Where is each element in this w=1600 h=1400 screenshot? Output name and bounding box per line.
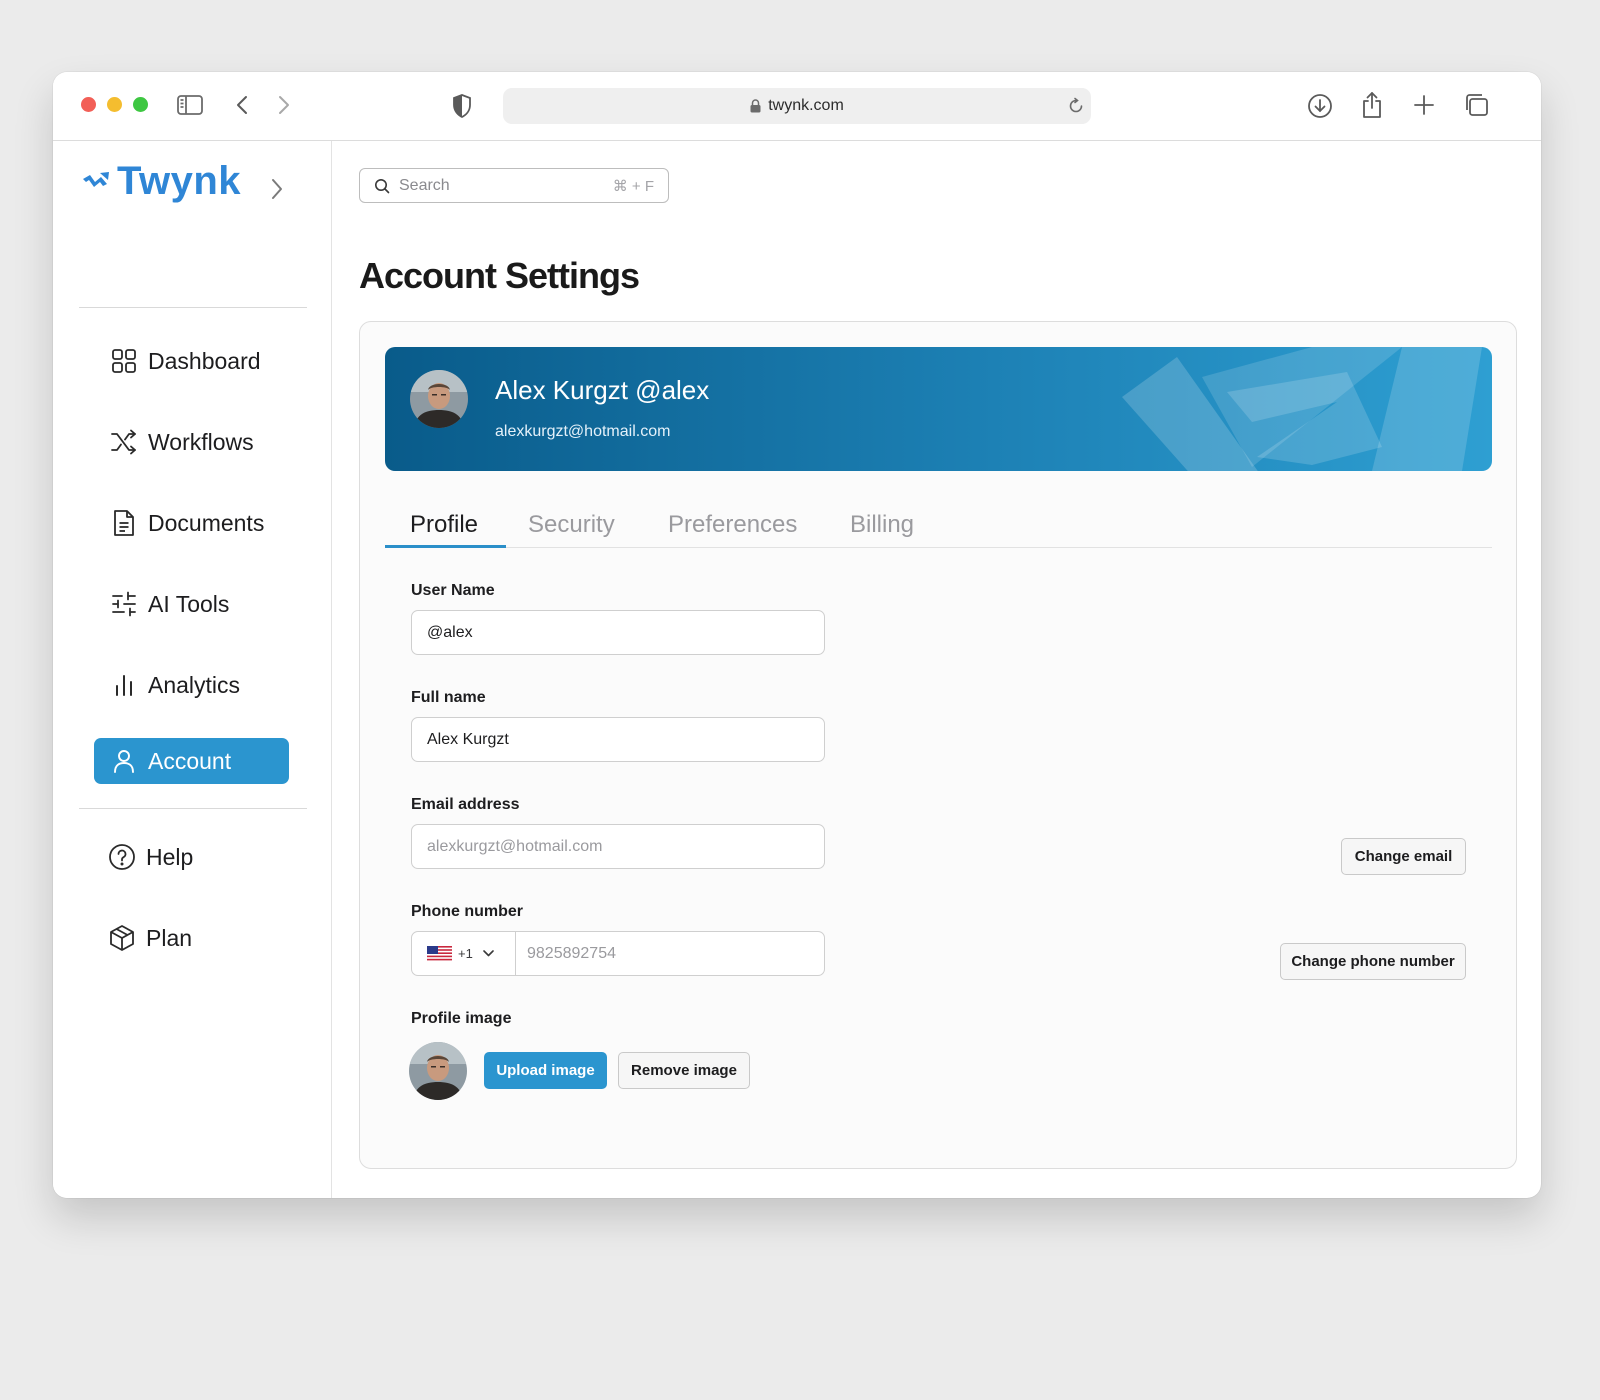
sidebar-item-documents[interactable]: Documents (94, 500, 289, 546)
search-placeholder: Search (399, 176, 450, 194)
sidebar-item-analytics[interactable]: Analytics (94, 662, 289, 708)
search-shortcut: ⌘ + F (612, 178, 654, 195)
sidebar-item-help[interactable]: Help (94, 834, 289, 880)
profile-avatar (410, 370, 468, 428)
profile-email: alexkurgzt@hotmail.com (495, 423, 671, 440)
us-flag-icon (427, 946, 452, 961)
search-input[interactable]: Search ⌘ + F (359, 168, 669, 203)
sidebar-item-label: Workflows (148, 428, 254, 455)
user-icon (110, 747, 138, 775)
active-tab-indicator (385, 545, 506, 548)
username-input[interactable]: @alex (411, 610, 825, 655)
tabs-overview-icon[interactable] (1463, 93, 1489, 117)
address-bar[interactable]: twynk.com (503, 88, 1091, 124)
country-code-select[interactable]: +1 (412, 932, 516, 975)
logo-text: Twynk (117, 159, 242, 203)
sidebar-toggle-icon[interactable] (177, 94, 203, 116)
logo[interactable]: Twynk (81, 159, 241, 204)
profile-image-preview (409, 1042, 467, 1100)
new-tab-icon[interactable] (1413, 94, 1435, 116)
back-icon[interactable] (235, 94, 249, 116)
sidebar-item-account[interactable]: Account (94, 738, 289, 784)
minimize-window-button[interactable] (107, 97, 122, 112)
sidebar-item-label: Help (146, 843, 194, 870)
help-circle-icon (108, 843, 136, 871)
expand-sidebar-chevron-icon[interactable] (270, 177, 284, 206)
sidebar: Twynk Dashboard Workflows Documents AI T… (53, 141, 332, 1198)
sidebar-item-label: AI Tools (148, 590, 230, 617)
phone-label: Phone number (411, 903, 524, 920)
banner-logo-watermark-icon (1122, 347, 1482, 471)
sidebar-item-dashboard[interactable]: Dashboard (94, 338, 289, 384)
email-label: Email address (411, 796, 520, 813)
sidebar-item-label: Documents (148, 509, 265, 536)
shuffle-icon (110, 428, 138, 456)
main-content: Search ⌘ + F Account Settings Alex Kurgz… (332, 141, 1541, 1198)
profile-name: Alex Kurgzt @alex (495, 375, 710, 405)
sidebar-item-label: Dashboard (148, 347, 261, 374)
download-icon[interactable] (1307, 93, 1333, 119)
search-icon (374, 178, 390, 194)
profile-image-label: Profile image (411, 1010, 512, 1027)
page-title: Account Settings (359, 255, 640, 296)
document-icon (110, 509, 138, 537)
browser-window: twynk.com Twynk Dashboard Workflows Docu… (53, 72, 1541, 1198)
settings-card: Alex Kurgzt @alex alexkurgzt@hotmail.com… (359, 321, 1517, 1169)
remove-image-button[interactable]: Remove image (618, 1052, 750, 1089)
sidebar-item-label: Plan (146, 924, 193, 951)
privacy-shield-icon[interactable] (452, 94, 472, 118)
fullname-input[interactable]: Alex Kurgzt (411, 717, 825, 762)
email-input[interactable]: alexkurgzt@hotmail.com (411, 824, 825, 869)
forward-icon[interactable] (277, 94, 291, 116)
profile-banner: Alex Kurgzt @alex alexkurgzt@hotmail.com (385, 347, 1492, 471)
phone-input[interactable]: 9825892754 (516, 945, 616, 963)
bar-chart-icon (110, 671, 138, 699)
country-code: +1 (458, 946, 473, 961)
share-icon[interactable] (1360, 91, 1384, 119)
sidebar-divider (79, 307, 307, 308)
lock-icon (750, 99, 761, 113)
tab-profile[interactable]: Profile (410, 511, 478, 539)
username-label: User Name (411, 582, 495, 599)
reload-icon[interactable] (1067, 97, 1085, 120)
sidebar-item-label: Analytics (148, 671, 241, 698)
tab-billing[interactable]: Billing (850, 511, 914, 539)
browser-toolbar: twynk.com (53, 72, 1541, 141)
tab-preferences[interactable]: Preferences (668, 511, 797, 539)
phone-field: +1 9825892754 (411, 931, 825, 976)
tab-security[interactable]: Security (528, 511, 615, 539)
fullname-label: Full name (411, 689, 486, 706)
upload-image-button[interactable]: Upload image (484, 1052, 607, 1089)
sidebar-item-workflows[interactable]: Workflows (94, 419, 289, 465)
sidebar-item-ai-tools[interactable]: AI Tools (94, 581, 289, 627)
grid-icon (110, 347, 138, 375)
sliders-icon (110, 590, 138, 618)
box-icon (108, 924, 136, 952)
settings-tabs: Profile Security Preferences Billing (385, 502, 1492, 548)
chevron-down-icon (483, 950, 494, 957)
sidebar-item-label: Account (148, 747, 232, 774)
logo-mark-icon (83, 171, 109, 187)
change-email-button[interactable]: Change email (1341, 838, 1466, 875)
close-window-button[interactable] (81, 97, 96, 112)
change-phone-button[interactable]: Change phone number (1280, 943, 1466, 980)
sidebar-divider (79, 808, 307, 809)
sidebar-item-plan[interactable]: Plan (94, 915, 289, 961)
maximize-window-button[interactable] (133, 97, 148, 112)
url-text: twynk.com (768, 97, 844, 114)
